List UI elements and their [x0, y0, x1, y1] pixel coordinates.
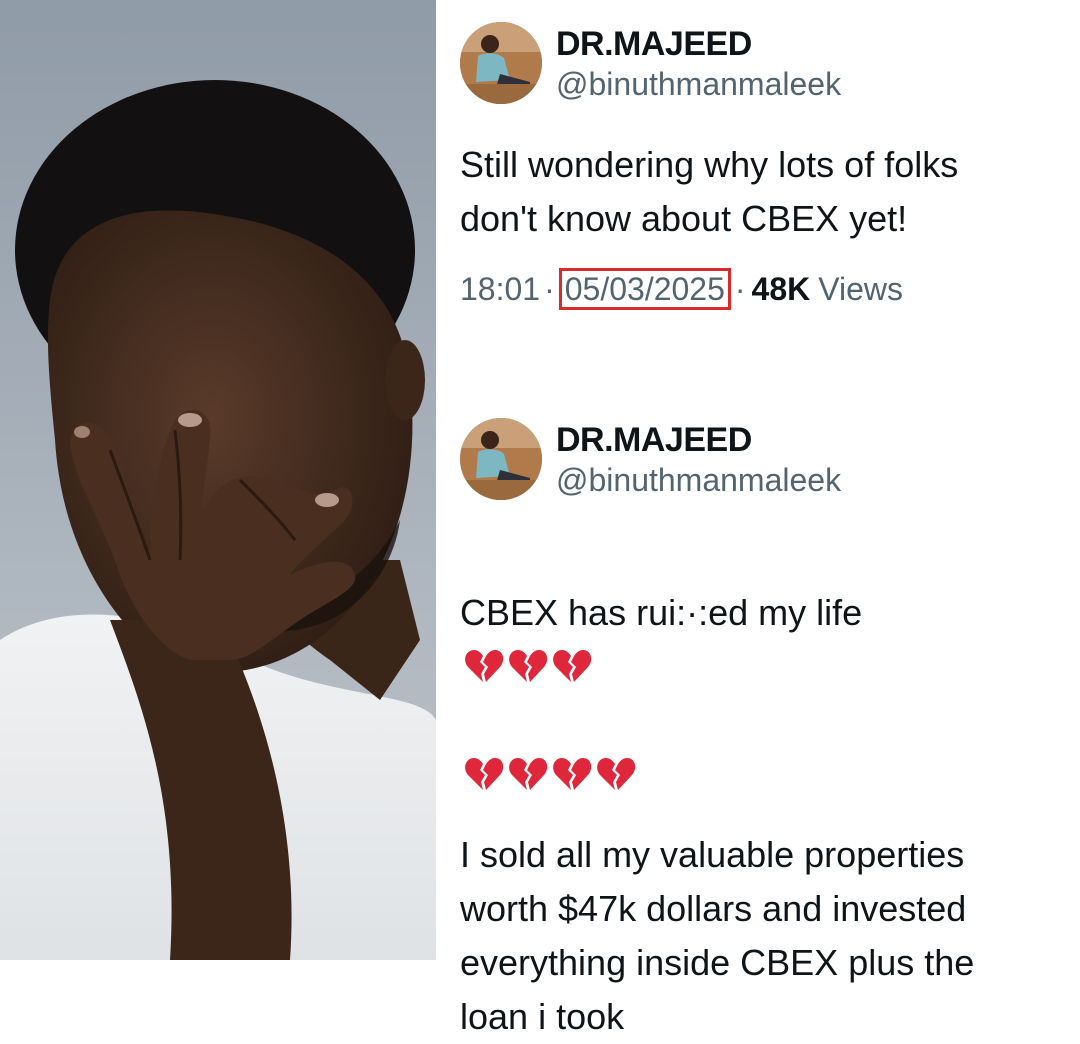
photo-illustration [0, 0, 436, 960]
user-handle[interactable]: @binuthmanmaleek [556, 460, 841, 500]
display-name[interactable]: DR.MAJEED [556, 420, 841, 460]
tweet-text: Still wondering why lots of folks don't … [460, 144, 959, 239]
tweet-text-suffix: ed my life [708, 592, 863, 633]
user-handle[interactable]: @binuthmanmaleek [556, 64, 841, 104]
broken-hearts-wrap [460, 754, 636, 795]
tweet-1[interactable]: DR.MAJEED @binuthmanmaleek Still wonderi… [460, 22, 1060, 310]
broken-heart-icon [596, 755, 636, 793]
meta-separator: · [734, 270, 746, 307]
avatar[interactable] [460, 22, 542, 104]
avatar[interactable] [460, 418, 542, 500]
broken-heart-icon [552, 755, 592, 793]
tweet-text-smudged: i:·: [668, 592, 709, 633]
author-names: DR.MAJEED @binuthmanmaleek [556, 22, 841, 104]
stock-photo-distressed-man [0, 0, 436, 960]
views-label: Views [818, 270, 904, 307]
broken-heart-icon [508, 647, 548, 685]
author-names: DR.MAJEED @binuthmanmaleek [556, 418, 841, 500]
broken-hearts-inline [460, 646, 592, 687]
tweet-time[interactable]: 18:01 [460, 271, 540, 308]
tweet-author-row: DR.MAJEED @binuthmanmaleek [460, 22, 1060, 104]
broken-heart-icon [508, 755, 548, 793]
tweet-text-prefix: CBEX has ru [460, 592, 669, 633]
broken-heart-icon [464, 755, 504, 793]
meta-separator: · [544, 270, 555, 307]
tweet-text-body: I sold all my valuable properties worth … [460, 834, 975, 1037]
tweet-panel: DR.MAJEED @binuthmanmaleek Still wonderi… [436, 0, 1080, 1037]
display-name[interactable]: DR.MAJEED [556, 24, 841, 64]
broken-heart-icon [552, 647, 592, 685]
user-avatar-photo-icon [460, 418, 542, 500]
tweet-date-highlighted[interactable]: 05/03/2025 [558, 268, 731, 310]
broken-heart-icon [464, 647, 504, 685]
tweet-text-line-1: CBEX has rui:·:ed my life [460, 532, 1060, 802]
user-avatar-photo-icon [460, 22, 542, 104]
tweet-author-row: DR.MAJEED @binuthmanmaleek [460, 418, 1060, 500]
tweet-2[interactable]: DR.MAJEED @binuthmanmaleek CBEX has rui:… [460, 418, 1060, 1044]
tweet-meta: 18:01 · 05/03/2025 · 48K Views [460, 268, 1060, 310]
views-count: 48K [751, 270, 811, 307]
